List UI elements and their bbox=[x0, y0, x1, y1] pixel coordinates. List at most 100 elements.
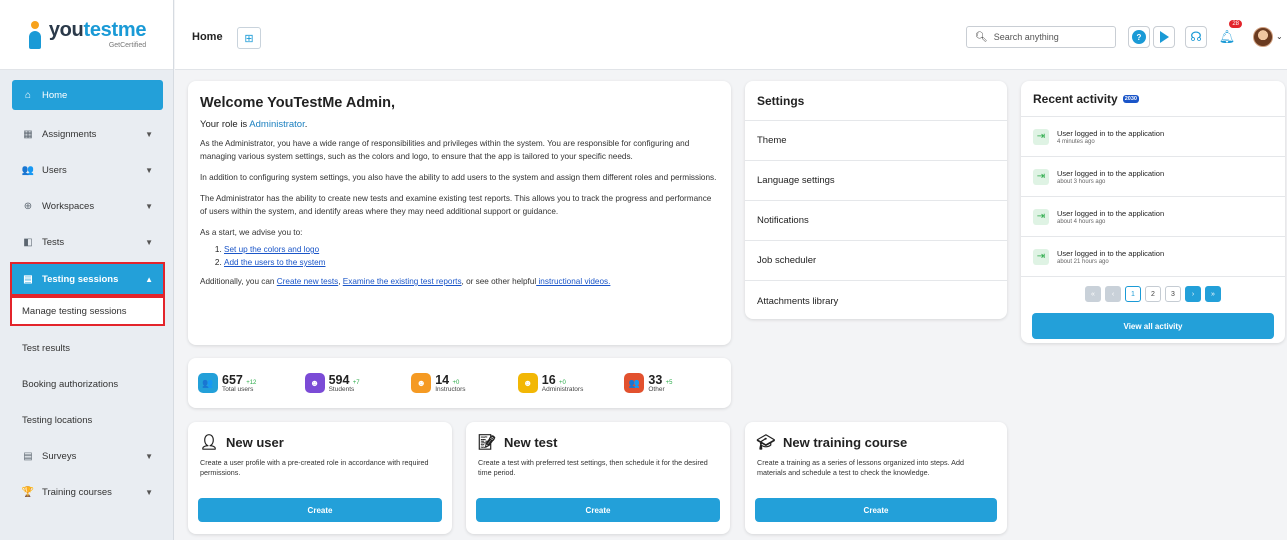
logo-icon bbox=[27, 20, 43, 49]
view-all-activity-button[interactable]: View all activity bbox=[1032, 313, 1274, 339]
support-button[interactable]: ☊ bbox=[1185, 26, 1207, 48]
sidebar-item-workspaces[interactable]: ⊕ Workspaces ▼ bbox=[12, 188, 163, 224]
card-title: New test bbox=[504, 434, 558, 450]
sidebar-subitem-manage-testing-sessions[interactable]: Manage testing sessions bbox=[10, 296, 165, 326]
stat-label: Other bbox=[648, 386, 665, 393]
brand-name-a: you bbox=[48, 19, 84, 41]
create-user-button[interactable]: Create bbox=[198, 498, 442, 522]
activity-time: about 3 hours ago bbox=[1057, 178, 1106, 185]
sidebar-item-label: Testing sessions bbox=[42, 273, 119, 285]
settings-language[interactable]: Language settings bbox=[745, 161, 1007, 201]
settings-job-scheduler[interactable]: Job scheduler bbox=[745, 241, 1007, 281]
settings-attachments-library[interactable]: Attachments library bbox=[745, 281, 1007, 321]
sidebar-item-home[interactable]: ⌂ Home bbox=[12, 80, 163, 110]
activity-text: User logged in to the application bbox=[1057, 128, 1165, 138]
add-users-link[interactable]: Add the users to the system bbox=[224, 258, 325, 267]
test-reports-link[interactable]: Examine the existing test reports bbox=[343, 277, 462, 286]
create-tests-link[interactable]: Create new tests bbox=[277, 277, 338, 286]
sidebar-subitem-booking-authorizations[interactable]: Booking authorizations bbox=[12, 366, 163, 402]
chevron-down-icon: ▼ bbox=[145, 129, 153, 139]
sidebar-item-training-courses[interactable]: 🏆 Training courses ▼ bbox=[12, 474, 163, 510]
stat-value: 594 bbox=[328, 373, 350, 387]
sidebar-item-label: Tests bbox=[42, 236, 65, 248]
chevron-up-icon: ▲ bbox=[145, 274, 153, 284]
create-test-button[interactable]: Create bbox=[476, 498, 720, 522]
sidebar-subitem-testing-locations[interactable]: Testing locations bbox=[12, 402, 163, 438]
first-page-icon[interactable]: « bbox=[1085, 286, 1101, 302]
notification-count-badge: 28 bbox=[1229, 20, 1242, 28]
headset-icon: ☊ bbox=[1190, 29, 1202, 44]
card-title: New training course bbox=[783, 434, 908, 450]
sidebar-item-tests[interactable]: ◧ Tests ▼ bbox=[12, 224, 163, 260]
welcome-paragraph-2: In addition to configuring system settin… bbox=[200, 173, 717, 182]
recent-activity-card: Recent activity 2030 ⇥ User logged in to … bbox=[1021, 81, 1285, 343]
welcome-final-line: Additionally, you can Create new tests , … bbox=[200, 275, 719, 288]
sidebar-item-testing-sessions[interactable]: ▤ Testing sessions ▲ bbox=[10, 262, 165, 296]
login-icon: ⇥ bbox=[1033, 168, 1049, 185]
settings-theme[interactable]: Theme bbox=[745, 121, 1007, 161]
chevron-down-icon: ▼ bbox=[145, 451, 153, 461]
new-test-card: 📝︎ New test Create a test with preferred … bbox=[466, 422, 730, 534]
bell-icon: 🔔︎ bbox=[1218, 29, 1236, 44]
user-stats-card: 👥 657 +12 Total users ☻ 594 +7 Students ☻ … bbox=[188, 358, 731, 408]
activity-text: User logged in to the application bbox=[1057, 168, 1165, 178]
activity-pagination: « ‹ 1 2 3 › » bbox=[1021, 277, 1285, 311]
new-training-course-card: 🎓︎ New training course Create a training … bbox=[745, 422, 1007, 534]
sidebar-item-users[interactable]: 👥 Users ▼ bbox=[12, 152, 163, 188]
stat-students: ☻ 594 +7 Students bbox=[304, 373, 412, 393]
avatar[interactable] bbox=[1253, 27, 1273, 47]
create-training-course-button[interactable]: Create bbox=[755, 498, 997, 522]
video-button[interactable] bbox=[1153, 26, 1175, 48]
notifications-button[interactable]: 🔔︎ 28 bbox=[1216, 20, 1242, 48]
logo[interactable]: youtestme GetCertified bbox=[0, 0, 173, 70]
layout-icon: ⊞ bbox=[244, 32, 254, 45]
help-icon: ? bbox=[1132, 30, 1146, 44]
sidebar-subitem-test-results[interactable]: Test results bbox=[12, 330, 163, 366]
role-name: Administrator bbox=[249, 119, 305, 130]
calendar-icon: ▤ bbox=[23, 273, 33, 285]
trophy-icon: 🏆 bbox=[21, 486, 35, 498]
stat-label: Total users bbox=[222, 386, 254, 393]
activity-text: User logged in to the application bbox=[1057, 248, 1165, 258]
sidebar-item-label: Assignments bbox=[42, 128, 97, 140]
layout-toggle-button[interactable]: ⊞ bbox=[237, 27, 261, 49]
welcome-paragraph-4: As a start, we advise you to: bbox=[200, 228, 303, 237]
student-icon: ☻ bbox=[304, 373, 325, 393]
stat-value: 16 bbox=[541, 373, 556, 387]
settings-card: Settings Theme Language settings Notific… bbox=[745, 81, 1007, 319]
stat-value: 33 bbox=[648, 373, 663, 387]
final-prefix: Additionally, you can bbox=[200, 277, 277, 286]
prev-page-icon[interactable]: ‹ bbox=[1105, 286, 1121, 302]
page-button[interactable]: 1 bbox=[1125, 286, 1141, 302]
page-button[interactable]: 3 bbox=[1165, 286, 1181, 302]
instructional-videos-link[interactable]: instructional videos. bbox=[536, 277, 610, 286]
final-mid: , or see other helpful bbox=[461, 277, 537, 286]
chevron-down-icon[interactable]: ⌄ bbox=[1276, 32, 1283, 41]
last-page-icon[interactable]: » bbox=[1205, 286, 1221, 302]
activity-item: ⇥ User logged in to the application about… bbox=[1021, 237, 1285, 277]
search-input[interactable]: 🔍︎ Search anything bbox=[966, 26, 1116, 48]
next-page-icon[interactable]: › bbox=[1185, 286, 1201, 302]
welcome-title: Welcome YouTestMe Admin, bbox=[200, 95, 395, 111]
sidebar: youtestme GetCertified ⌂ Home ▦ Assignme… bbox=[0, 0, 174, 540]
role-prefix: Your role is bbox=[200, 119, 250, 130]
stat-label: Instructors bbox=[435, 386, 466, 393]
sidebar-item-assignments[interactable]: ▦ Assignments ▼ bbox=[12, 116, 163, 152]
home-icon: ⌂ bbox=[24, 89, 32, 101]
globe-icon: ⊕ bbox=[23, 200, 33, 212]
surveys-icon: ▤ bbox=[23, 450, 33, 462]
page-button[interactable]: 2 bbox=[1145, 286, 1161, 302]
stat-administrators: ☻ 16 +0 Administrators bbox=[517, 373, 625, 393]
sidebar-item-surveys[interactable]: ▤ Surveys ▼ bbox=[12, 438, 163, 474]
sidebar-item-label: Home bbox=[42, 89, 68, 101]
settings-notifications[interactable]: Notifications bbox=[745, 201, 1007, 241]
page-title: Home bbox=[192, 31, 223, 43]
stat-other: 👥 33 +5 Other bbox=[624, 373, 731, 393]
search-placeholder: Search anything bbox=[993, 32, 1059, 42]
stat-value: 657 bbox=[222, 373, 243, 387]
help-button[interactable]: ? bbox=[1128, 26, 1150, 48]
login-icon: ⇥ bbox=[1033, 248, 1049, 265]
other-users-icon: 👥 bbox=[624, 373, 645, 393]
setup-colors-link[interactable]: Set up the colors and logo bbox=[224, 245, 319, 254]
chevron-down-icon: ▼ bbox=[145, 165, 153, 175]
